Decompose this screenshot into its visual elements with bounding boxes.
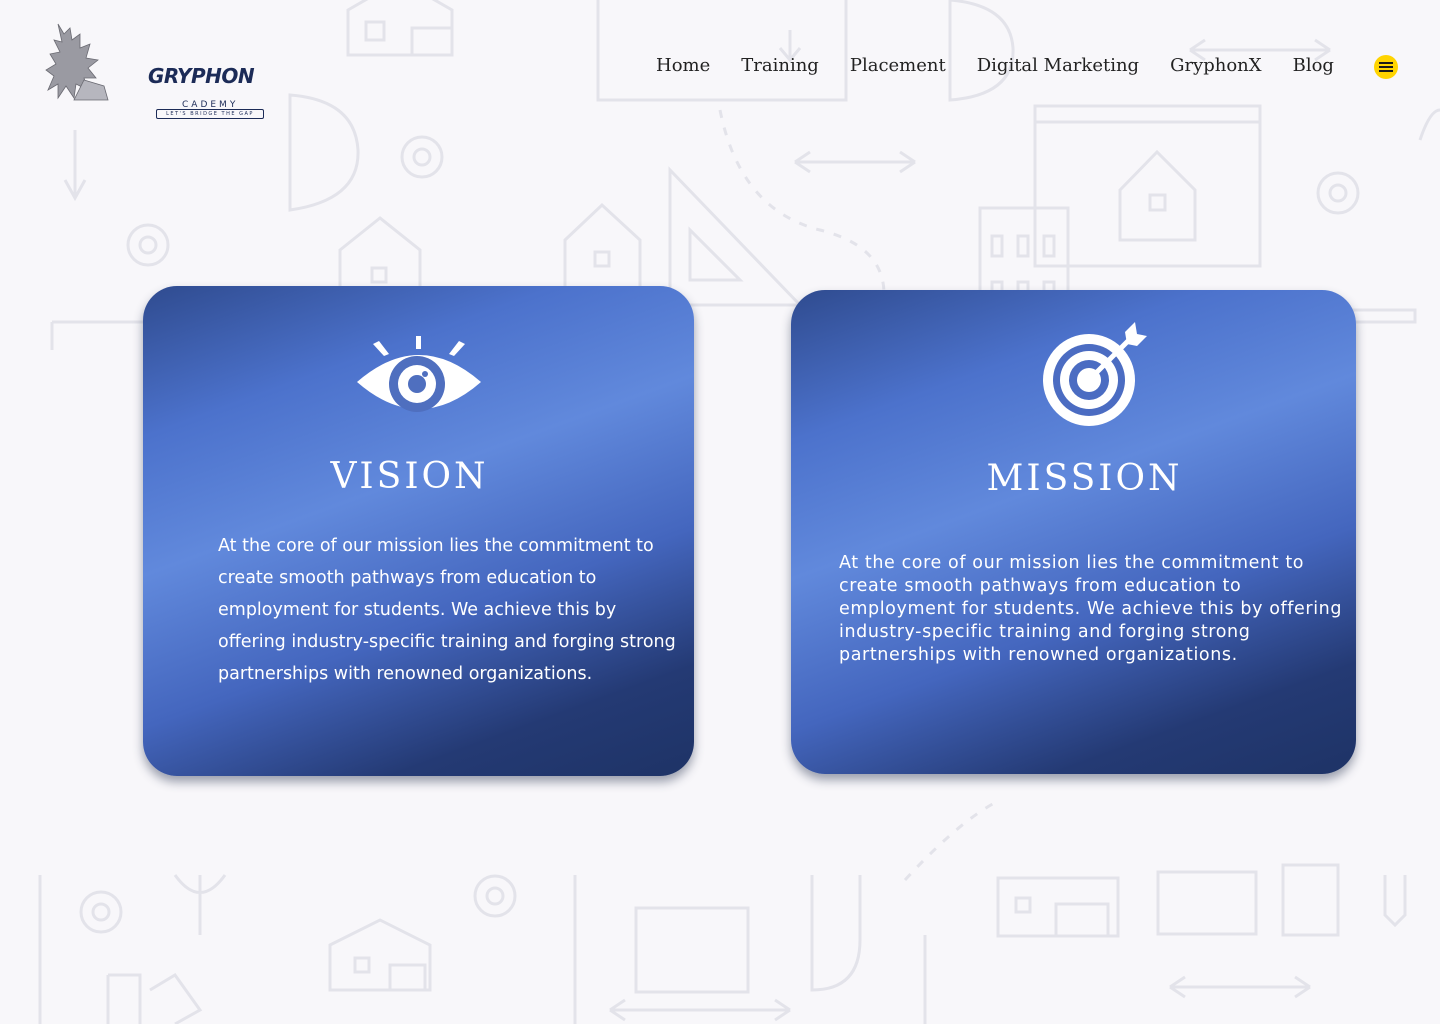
nav-item-gryphonx[interactable]: GryphonX [1170,55,1262,76]
menu-button[interactable] [1374,55,1398,79]
vision-title: VISION [330,456,489,497]
vision-description: At the core of our mission lies the comm… [218,536,676,684]
gryphon-logo[interactable]: GRYPHON CADEMY LET'S BRIDGE THE GAP [44,20,264,119]
logo-tagline: LET'S BRIDGE THE GAP [156,109,264,119]
mission-card: MISSION At the core of our mission lies … [791,290,1356,774]
site-header: GRYPHON CADEMY LET'S BRIDGE THE GAP Home… [0,0,1440,140]
nav-item-training[interactable]: Training [741,55,819,76]
gryphon-emblem-icon [45,23,109,101]
logo-wordmark: GRYPHON [148,64,255,88]
nav-item-digital-marketing[interactable]: Digital Marketing [977,55,1139,76]
target-icon [1043,322,1147,426]
nav-item-placement[interactable]: Placement [850,55,946,76]
nav-item-blog[interactable]: Blog [1293,55,1334,76]
mission-title: MISSION [986,458,1183,499]
hamburger-icon [1379,62,1393,72]
mission-description: At the core of our mission lies the comm… [839,553,1343,665]
vision-card: VISION At the core of our mission lies t… [143,286,694,776]
main-navigation: Home Training Placement Digital Marketin… [656,55,1334,76]
nav-item-home[interactable]: Home [656,55,710,76]
eye-icon [357,336,481,412]
